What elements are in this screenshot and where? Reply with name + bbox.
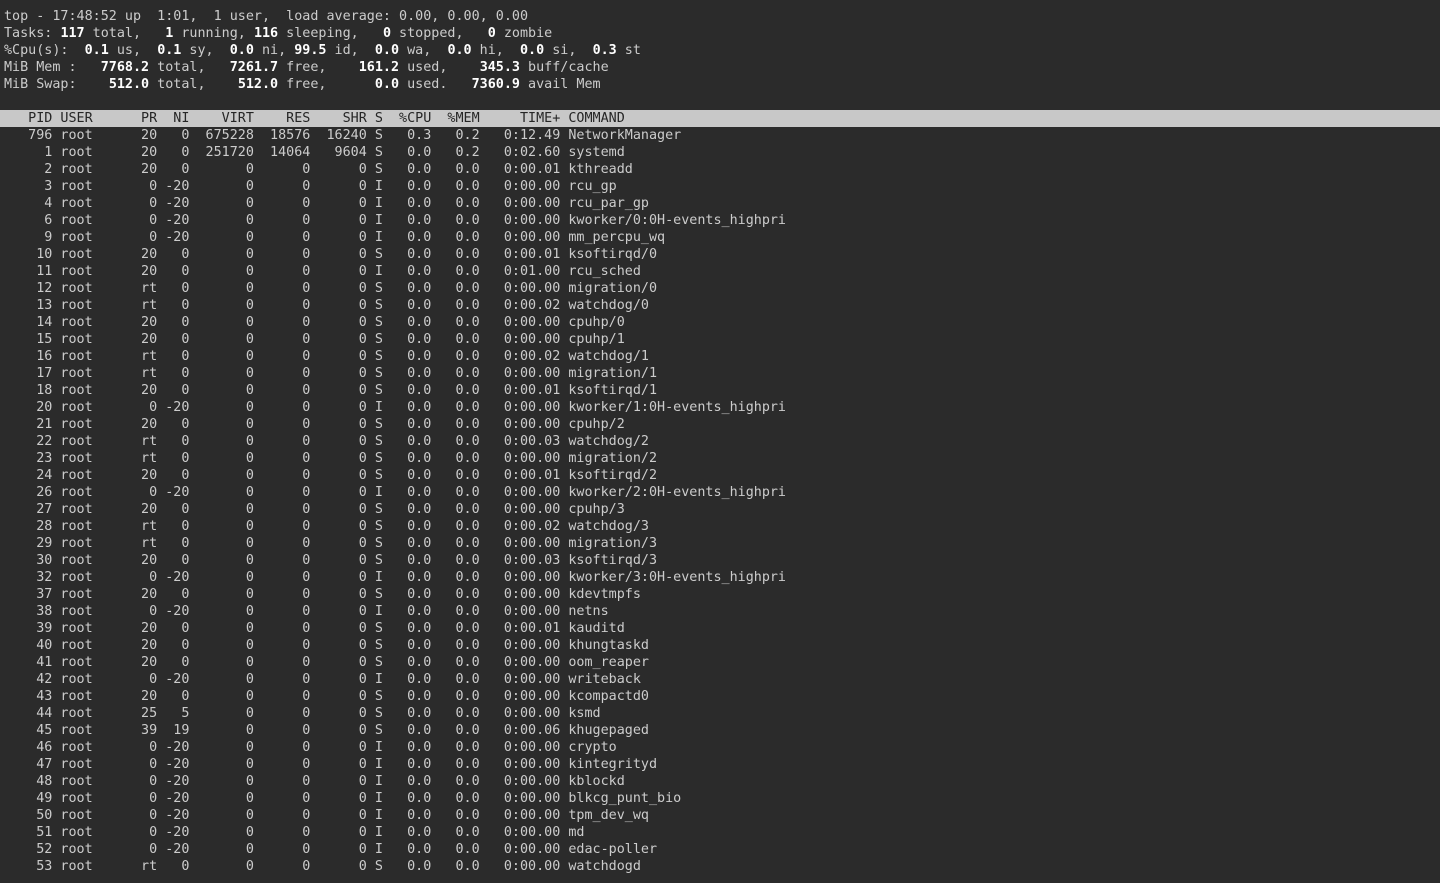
process-row: 26 root 0 -20 0 0 0 I 0.0 0.0 0:00.00 kw… — [0, 484, 1440, 501]
summary-line: MiB Swap: 512.0 total, 512.0 free, 0.0 u… — [0, 76, 1440, 93]
process-row: 45 root 39 19 0 0 0 S 0.0 0.0 0:00.06 kh… — [0, 722, 1440, 739]
process-row: 14 root 20 0 0 0 0 S 0.0 0.0 0:00.00 cpu… — [0, 314, 1440, 331]
process-row: 32 root 0 -20 0 0 0 I 0.0 0.0 0:00.00 kw… — [0, 569, 1440, 586]
process-row: 12 root rt 0 0 0 0 S 0.0 0.0 0:00.00 mig… — [0, 280, 1440, 297]
process-row: 20 root 0 -20 0 0 0 I 0.0 0.0 0:00.00 kw… — [0, 399, 1440, 416]
process-row: 28 root rt 0 0 0 0 S 0.0 0.0 0:00.02 wat… — [0, 518, 1440, 535]
process-row: 46 root 0 -20 0 0 0 I 0.0 0.0 0:00.00 cr… — [0, 739, 1440, 756]
process-row: 4 root 0 -20 0 0 0 I 0.0 0.0 0:00.00 rcu… — [0, 195, 1440, 212]
process-row: 29 root rt 0 0 0 0 S 0.0 0.0 0:00.00 mig… — [0, 535, 1440, 552]
process-row: 44 root 25 5 0 0 0 S 0.0 0.0 0:00.00 ksm… — [0, 705, 1440, 722]
process-row: 21 root 20 0 0 0 0 S 0.0 0.0 0:00.00 cpu… — [0, 416, 1440, 433]
summary-line: %Cpu(s): 0.1 us, 0.1 sy, 0.0 ni, 99.5 id… — [0, 42, 1440, 59]
process-row: 17 root rt 0 0 0 0 S 0.0 0.0 0:00.00 mig… — [0, 365, 1440, 382]
top-summary: top - 17:48:52 up 1:01, 1 user, load ave… — [0, 8, 1440, 93]
process-table: 796 root 20 0 675228 18576 16240 S 0.3 0… — [0, 127, 1440, 875]
process-row: 41 root 20 0 0 0 0 S 0.0 0.0 0:00.00 oom… — [0, 654, 1440, 671]
process-row: 39 root 20 0 0 0 0 S 0.0 0.0 0:00.01 kau… — [0, 620, 1440, 637]
process-row: 30 root 20 0 0 0 0 S 0.0 0.0 0:00.03 kso… — [0, 552, 1440, 569]
process-row: 50 root 0 -20 0 0 0 I 0.0 0.0 0:00.00 tp… — [0, 807, 1440, 824]
summary-line: MiB Mem : 7768.2 total, 7261.7 free, 161… — [0, 59, 1440, 76]
terminal-screen[interactable]: top - 17:48:52 up 1:01, 1 user, load ave… — [0, 0, 1440, 875]
process-row: 23 root rt 0 0 0 0 S 0.0 0.0 0:00.00 mig… — [0, 450, 1440, 467]
process-row: 10 root 20 0 0 0 0 S 0.0 0.0 0:00.01 kso… — [0, 246, 1440, 263]
process-table-header: PID USER PR NI VIRT RES SHR S %CPU %MEM … — [0, 110, 1440, 127]
summary-line: top - 17:48:52 up 1:01, 1 user, load ave… — [0, 8, 1440, 25]
process-row: 49 root 0 -20 0 0 0 I 0.0 0.0 0:00.00 bl… — [0, 790, 1440, 807]
process-row: 48 root 0 -20 0 0 0 I 0.0 0.0 0:00.00 kb… — [0, 773, 1440, 790]
process-row: 13 root rt 0 0 0 0 S 0.0 0.0 0:00.02 wat… — [0, 297, 1440, 314]
process-row: 796 root 20 0 675228 18576 16240 S 0.3 0… — [0, 127, 1440, 144]
process-row: 42 root 0 -20 0 0 0 I 0.0 0.0 0:00.00 wr… — [0, 671, 1440, 688]
process-row: 2 root 20 0 0 0 0 S 0.0 0.0 0:00.01 kthr… — [0, 161, 1440, 178]
process-row: 47 root 0 -20 0 0 0 I 0.0 0.0 0:00.00 ki… — [0, 756, 1440, 773]
process-row: 6 root 0 -20 0 0 0 I 0.0 0.0 0:00.00 kwo… — [0, 212, 1440, 229]
process-row: 16 root rt 0 0 0 0 S 0.0 0.0 0:00.02 wat… — [0, 348, 1440, 365]
process-row: 24 root 20 0 0 0 0 S 0.0 0.0 0:00.01 kso… — [0, 467, 1440, 484]
process-row: 43 root 20 0 0 0 0 S 0.0 0.0 0:00.00 kco… — [0, 688, 1440, 705]
process-row: 22 root rt 0 0 0 0 S 0.0 0.0 0:00.03 wat… — [0, 433, 1440, 450]
process-row: 38 root 0 -20 0 0 0 I 0.0 0.0 0:00.00 ne… — [0, 603, 1440, 620]
process-row: 37 root 20 0 0 0 0 S 0.0 0.0 0:00.00 kde… — [0, 586, 1440, 603]
process-row: 11 root 20 0 0 0 0 I 0.0 0.0 0:01.00 rcu… — [0, 263, 1440, 280]
summary-line: Tasks: 117 total, 1 running, 116 sleepin… — [0, 25, 1440, 42]
process-row: 27 root 20 0 0 0 0 S 0.0 0.0 0:00.00 cpu… — [0, 501, 1440, 518]
process-row: 15 root 20 0 0 0 0 S 0.0 0.0 0:00.00 cpu… — [0, 331, 1440, 348]
process-row: 40 root 20 0 0 0 0 S 0.0 0.0 0:00.00 khu… — [0, 637, 1440, 654]
process-row: 3 root 0 -20 0 0 0 I 0.0 0.0 0:00.00 rcu… — [0, 178, 1440, 195]
process-row: 53 root rt 0 0 0 0 S 0.0 0.0 0:00.00 wat… — [0, 858, 1440, 875]
process-row: 18 root 20 0 0 0 0 S 0.0 0.0 0:00.01 kso… — [0, 382, 1440, 399]
process-row: 1 root 20 0 251720 14064 9604 S 0.0 0.2 … — [0, 144, 1440, 161]
process-row: 52 root 0 -20 0 0 0 I 0.0 0.0 0:00.00 ed… — [0, 841, 1440, 858]
process-row: 51 root 0 -20 0 0 0 I 0.0 0.0 0:00.00 md — [0, 824, 1440, 841]
process-row: 9 root 0 -20 0 0 0 I 0.0 0.0 0:00.00 mm_… — [0, 229, 1440, 246]
